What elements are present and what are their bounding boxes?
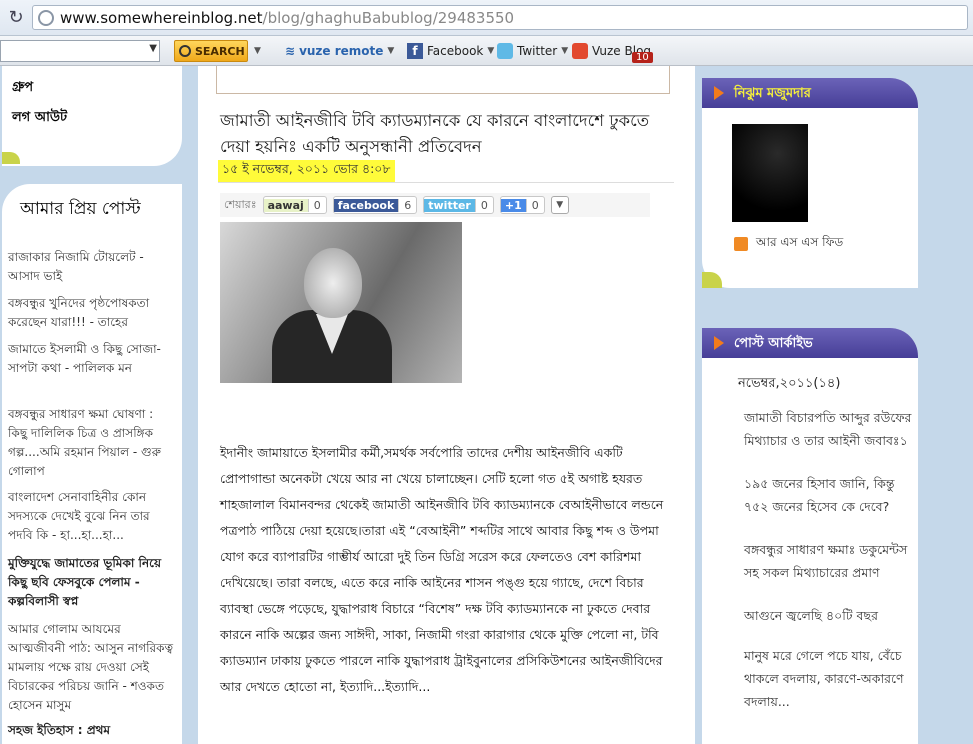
reload-icon[interactable]: ↻ — [6, 8, 26, 28]
favorite-post-link[interactable]: বঙ্গবন্ধুর সাধারণ ক্ষমা ঘোষণা : কিছু দাল… — [8, 405, 176, 481]
twitter-share-button[interactable]: twitter 0 — [423, 196, 494, 214]
twitter-label: Twitter — [517, 44, 558, 58]
aawaj-share-button[interactable]: aawaj 0 — [262, 196, 327, 214]
facebook-icon: f — [407, 43, 423, 59]
favorite-posts-title: আমার প্রিয় পোস্ট — [20, 199, 141, 219]
profile-header: নিঝুম মজুমদার — [702, 78, 918, 108]
archive-link[interactable]: বঙ্গবন্ধুর সাধারণ ক্ষমাঃ ডকুমেন্টস সহ সক… — [744, 538, 914, 584]
favorite-posts-box: আমার প্রিয় পোস্ট রাজাকার নিজামি টোয়লেট… — [2, 184, 182, 744]
magnifier-icon — [179, 45, 191, 57]
chevron-down-icon: ▼ — [254, 46, 261, 56]
archive-link[interactable]: আগুনে জ্বলেছি ৪০টি বছর — [744, 604, 914, 627]
share-count: 0 — [474, 198, 493, 212]
archive-link[interactable]: মানুষ মরে গেলে পচে যায়, বেঁচে থাকলে বদল… — [744, 644, 914, 713]
share-count: 0 — [525, 198, 544, 212]
favorite-post-link[interactable]: জামাতে ইসলামী ও কিছু সোজা-সাপটা কথা - পা… — [8, 340, 176, 378]
url-host: www.somewhereinblog.net — [60, 9, 263, 27]
favorite-post-link[interactable]: আমার গোলাম আযমের আত্মজীবনী পাঠ: আসুন নাগ… — [8, 620, 176, 715]
archive-header: পোস্ট আর্কাইভ — [702, 328, 918, 358]
post-date: ১৫ ই নভেম্বর, ২০১১ ভোর ৪:০৮ — [218, 160, 395, 182]
twitter-button[interactable]: Twitter ▼ — [497, 40, 568, 62]
url-text: www.somewhereinblog.net/blog/ghaghuBabub… — [60, 9, 514, 27]
chevron-down-icon: ▼ — [487, 46, 495, 56]
post-body: ইদানীং জামায়াতে ইসলামীর কর্মী,সমর্থক সর… — [220, 445, 664, 694]
decoration — [2, 152, 20, 164]
share-name: +1 — [500, 198, 526, 212]
rss-feed-link[interactable]: আর এস এস ফিড — [734, 234, 843, 254]
plus-one-button[interactable]: +1 0 — [499, 196, 545, 214]
favorite-post-link[interactable]: সহজ ইতিহাস : প্রথম — [8, 721, 176, 740]
favorite-post-link[interactable]: বাংলাদেশ সেনাবাহিনীর কোন সদস্যকে দেখেই ব… — [8, 488, 176, 545]
twitter-icon — [497, 43, 513, 59]
url-field[interactable]: www.somewhereinblog.net/blog/ghaghuBabub… — [32, 5, 968, 30]
archive-link[interactable]: জামাতী বিচারপতি আব্দুর রউফের মিথ্যাচার ও… — [744, 406, 914, 452]
share-label: শেয়ারঃ — [224, 197, 257, 211]
chevron-down-icon: ▼ — [561, 46, 569, 56]
decoration — [702, 272, 722, 288]
favorite-post-link[interactable]: বঙ্গবন্ধুর খুনিদের পৃষ্ঠপোষকতা করেছেন যা… — [8, 294, 176, 332]
facebook-button[interactable]: f Facebook ▼ — [407, 40, 494, 62]
arrow-icon — [714, 86, 724, 100]
rss-icon — [734, 237, 748, 251]
archive-box: পোস্ট আর্কাইভ নভেম্বর,২০১১(১৪) জামাতী বি… — [702, 328, 918, 744]
share-bar: শেয়ারঃ aawaj 0 facebook 6 twitter 0 +1 0 ▼ — [220, 193, 650, 217]
top-box — [216, 66, 670, 94]
share-name: twitter — [424, 198, 475, 212]
profile-name[interactable]: নিঝুম মজুমদার — [734, 84, 811, 105]
menu-item-logout[interactable]: লগ আউট — [12, 108, 67, 129]
toolbar-search-input[interactable]: ▼ — [0, 40, 160, 62]
arrow-icon — [714, 336, 724, 350]
vuze-blog-badge: 10 — [632, 52, 653, 63]
facebook-label: Facebook — [427, 44, 484, 58]
share-name: aawaj — [263, 198, 308, 212]
search-button[interactable]: SEARCH — [174, 40, 248, 62]
url-path: /blog/ghaghuBabublog/29483550 — [262, 9, 515, 27]
share-count: 6 — [398, 198, 416, 212]
favorite-post-link[interactable]: রাজাকার নিজামি টোয়লেট - আসাদ ভাই — [8, 248, 176, 286]
address-bar: ↻ www.somewhereinblog.net/blog/ghaghuBab… — [0, 0, 973, 36]
favorite-post-link[interactable]: মুক্তিযুদ্ধে জামাতের ভূমিকা নিয়ে কিছু ছ… — [8, 554, 176, 611]
post-title[interactable]: জামাতী আইনজীবি টবি ক্যাডম্যানকে যে কারনে… — [220, 108, 670, 160]
post-content: জামাতী আইনজীবি টবি ক্যাডম্যানকে যে কারনে… — [198, 66, 695, 744]
browser-toolbar: ▼ SEARCH ▼ ≋ vuze remote ▼ f Facebook ▼ Twit… — [0, 36, 973, 66]
rss-icon — [572, 43, 588, 59]
post-photo — [220, 222, 462, 383]
facebook-share-button[interactable]: facebook 6 — [332, 196, 418, 214]
chevron-down-icon[interactable]: ▼ — [149, 43, 157, 54]
more-share-icon[interactable]: ▼ — [550, 196, 569, 214]
archive-month[interactable]: নভেম্বর,২০১১(১৪) — [738, 374, 840, 395]
rss-label: আর এস এস ফিড — [756, 235, 844, 249]
vuze-remote-button[interactable]: ≋ vuze remote ▼ — [285, 40, 394, 62]
vuze-remote-label: vuze remote — [299, 44, 384, 58]
share-name: facebook — [333, 198, 399, 212]
wifi-icon: ≋ — [285, 44, 296, 58]
profile-box: নিঝুম মজুমদার আর এস এস ফিড — [702, 78, 918, 288]
chevron-down-icon: ▼ — [387, 46, 395, 56]
photo-head — [304, 248, 362, 318]
search-dropdown[interactable]: ▼ — [254, 40, 261, 62]
profile-picture[interactable] — [732, 124, 808, 222]
archive-title: পোস্ট আর্কাইভ — [734, 336, 813, 351]
user-menu-box: গ্রুপ লগ আউট — [2, 66, 182, 166]
left-sidebar: গ্রুপ লগ আউট আমার প্রিয় পোস্ট রাজাকার ন… — [0, 66, 184, 744]
archive-link[interactable]: ১৯৫ জনের হিসাব জানি, কিন্তু ৭৫২ জনের হিস… — [744, 472, 914, 518]
search-button-label: SEARCH — [195, 44, 245, 58]
menu-item-group[interactable]: গ্রুপ — [12, 78, 33, 99]
share-count: 0 — [307, 198, 326, 212]
divider — [218, 182, 674, 183]
globe-icon — [38, 10, 54, 26]
